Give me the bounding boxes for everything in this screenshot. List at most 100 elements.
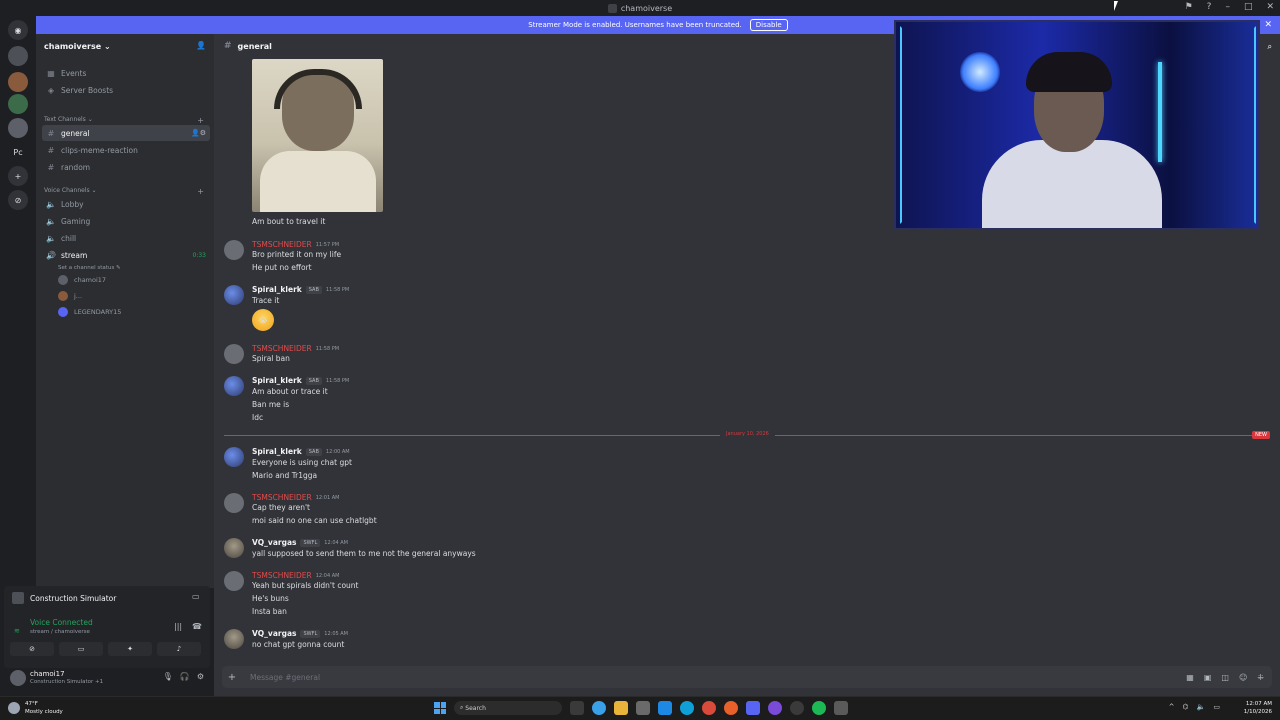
network-icon[interactable]: ⌬ (1183, 703, 1189, 711)
voice-channel-chill[interactable]: 🔈 chill (42, 230, 210, 246)
crying-emoji-icon[interactable]: 😭 (252, 309, 274, 331)
voice-channel-path[interactable]: stream / chamoiverse (30, 629, 90, 635)
invite-icon[interactable]: 👤 (196, 41, 206, 50)
discord-home-icon[interactable]: ◉ (8, 20, 28, 40)
signal-icon[interactable]: ≋ (14, 627, 20, 635)
obs-icon[interactable] (768, 701, 782, 715)
user-name[interactable]: chamoi17 (30, 670, 65, 678)
taskbar-search[interactable]: ⌕ Search (454, 701, 562, 715)
avatar[interactable] (10, 670, 26, 686)
sidebar-item-events[interactable]: ▦ Events (42, 65, 210, 81)
close-window-button[interactable]: ✕ (1266, 2, 1274, 12)
server-icon-chamoiverse[interactable] (8, 46, 28, 66)
app-icon[interactable] (834, 701, 848, 715)
apps-icon[interactable]: ⁜ (1257, 673, 1264, 682)
file-explorer-icon[interactable] (614, 701, 628, 715)
avatar[interactable] (224, 493, 244, 513)
voice-user[interactable]: LEGENDARY15 (58, 305, 121, 319)
avatar[interactable] (224, 285, 244, 305)
voice-user[interactable]: chamoi17 (58, 273, 106, 287)
monitor-icon[interactable]: ▭ (192, 592, 200, 601)
message-author[interactable]: TSMSCHNEIDER (252, 240, 312, 249)
message-author[interactable]: TSMSCHNEIDER (252, 493, 312, 502)
channel-general[interactable]: # general 👤⚙ (42, 125, 210, 141)
composer-placeholder[interactable]: Message #general (250, 673, 320, 682)
guild-tag[interactable]: SWFL (300, 629, 321, 638)
server-icon[interactable] (8, 94, 28, 114)
voice-channel-lobby[interactable]: 🔈 Lobby (42, 196, 210, 212)
guild-tag[interactable]: SAB (305, 447, 322, 456)
server-icon-pc[interactable]: Pc (8, 142, 28, 162)
guild-tag[interactable]: SAB (305, 376, 322, 385)
avatar[interactable] (224, 538, 244, 558)
battery-icon[interactable]: ▭ (1213, 703, 1220, 711)
taskbar-clock[interactable]: 12:07 AM 1/10/2026 (1244, 700, 1272, 716)
help-icon[interactable]: ? (1207, 2, 1212, 12)
minimize-button[interactable]: – (1225, 2, 1230, 12)
store-icon[interactable] (636, 701, 650, 715)
sidebar-item-server-boosts[interactable]: ◈ Server Boosts (42, 82, 210, 98)
activity-game[interactable]: Construction Simulator (12, 592, 116, 604)
app-icon[interactable] (790, 701, 804, 715)
voice-user[interactable]: j... (58, 289, 82, 303)
guild-tag[interactable]: SAB (305, 285, 322, 294)
avatar[interactable] (224, 447, 244, 467)
gif-icon[interactable]: ▣ (1204, 673, 1212, 682)
discord-icon[interactable] (746, 701, 760, 715)
microphone-icon[interactable]: 🎙 (163, 672, 173, 681)
add-channel-icon[interactable]: + (197, 187, 204, 196)
close-icon[interactable]: ✕ (1264, 20, 1272, 30)
gift-icon[interactable]: ▦ (1186, 673, 1194, 682)
outlook-icon[interactable] (658, 701, 672, 715)
disconnect-icon[interactable]: ☎ (192, 622, 202, 631)
spotify-icon[interactable] (812, 701, 826, 715)
search-icon[interactable]: ⌕ (1268, 42, 1272, 52)
message-author[interactable]: TSMSCHNEIDER (252, 571, 312, 580)
disable-streamer-mode-button[interactable]: Disable (749, 19, 788, 31)
screen-share-button[interactable]: ▭ (59, 642, 103, 656)
message-composer[interactable]: + Message #general ▦ ▣ ◫ ☺ ⁜ (222, 666, 1272, 688)
voice-connected-status[interactable]: Voice Connected (30, 618, 93, 627)
avatar[interactable] (224, 240, 244, 260)
sticker-icon[interactable]: ◫ (1221, 673, 1229, 682)
voice-channel-gaming[interactable]: 🔈 Gaming (42, 213, 210, 229)
soundboard-button[interactable]: ♪ (157, 642, 201, 656)
edge-icon[interactable] (680, 701, 694, 715)
avatar[interactable] (224, 376, 244, 396)
image-attachment[interactable] (252, 59, 383, 212)
camera-off-button[interactable]: ⊘ (10, 642, 54, 656)
chrome-icon[interactable] (702, 701, 716, 715)
guild-header[interactable]: chamoiverse ⌄ 👤 (36, 34, 214, 58)
emoji-icon[interactable]: ☺ (1239, 673, 1247, 682)
message-author[interactable]: Spiral_klerk (252, 447, 302, 456)
add-channel-icon[interactable]: + (197, 116, 204, 125)
server-icon[interactable] (8, 118, 28, 138)
server-icon[interactable] (8, 72, 28, 92)
message-author[interactable]: Spiral_klerk (252, 376, 302, 385)
inbox-icon[interactable]: ⚑ (1185, 2, 1193, 12)
noise-suppression-icon[interactable]: ||| (174, 622, 182, 631)
add-attachment-icon[interactable]: + (222, 672, 242, 683)
category-voice-channels[interactable]: Voice Channels ⌄ + (44, 187, 208, 196)
channel-random[interactable]: # random (42, 159, 210, 175)
category-text-channels[interactable]: Text Channels ⌄ + (44, 116, 208, 125)
windows-start-icon[interactable] (434, 702, 446, 714)
message-author[interactable]: VQ_vargas (252, 538, 296, 547)
tray-chevron-icon[interactable]: ^ (1169, 703, 1175, 711)
message-author[interactable]: TSMSCHNEIDER (252, 344, 312, 353)
volume-icon[interactable]: 🔈 (1197, 703, 1206, 711)
avatar[interactable] (224, 571, 244, 591)
channel-clips-meme-reaction[interactable]: # clips-meme-reaction (42, 142, 210, 158)
task-view-icon[interactable] (570, 701, 584, 715)
headphones-icon[interactable]: 🎧 (180, 672, 190, 681)
guild-tag[interactable]: SWFL (300, 538, 321, 547)
channel-settings-icon[interactable]: 👤⚙ (191, 129, 206, 137)
firefox-icon[interactable] (724, 701, 738, 715)
explore-icon[interactable]: ⊘ (8, 190, 28, 210)
activities-button[interactable]: ✦ (108, 642, 152, 656)
gear-icon[interactable]: ⚙ (197, 672, 204, 681)
message-author[interactable]: VQ_vargas (252, 629, 296, 638)
copilot-icon[interactable] (592, 701, 606, 715)
avatar[interactable] (224, 344, 244, 364)
maximize-button[interactable]: □ (1244, 2, 1253, 12)
